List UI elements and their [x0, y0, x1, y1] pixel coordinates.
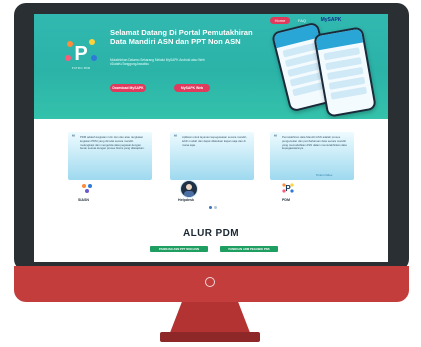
carousel-dot[interactable] [214, 206, 217, 209]
hero-description: Mutakhirkan Datamu Sekarang Melalui MySA… [110, 58, 205, 67]
testimonial-card: “ Pemutakhiran data Mandiri ASN adalah p… [270, 132, 354, 180]
download-mysapk-button[interactable]: Download MySAPK [110, 84, 146, 92]
mysapk-web-button[interactable]: MySAPK Web [174, 84, 210, 92]
hero-banner: Home FAQ MySAPK P PUTIKO PDM Selamat Dat… [34, 14, 388, 119]
power-icon [205, 277, 215, 287]
svg-text:P: P [74, 43, 87, 65]
testimonial-card: “ Aplikasi untuk layanan kepegawaian sec… [170, 132, 254, 180]
testimonial-name: SIASN [78, 198, 89, 202]
nav-logo[interactable]: MySAPK [318, 17, 344, 24]
testimonial-card: “ PDM adalah kegiatan rutin dan dan atau… [68, 132, 152, 180]
testimonial-text: Aplikasi untuk layanan kepegawaian secar… [182, 135, 247, 147]
watch-video-link[interactable]: Tonton Video [316, 173, 332, 177]
monitor-base [160, 332, 260, 342]
pdm-logo: P [280, 180, 296, 196]
page-title: Selamat Datang Di Portal Pemutakhiran Da… [110, 28, 253, 47]
testimonial-text: Pemutakhiran data Mandiri ASN adalah pro… [282, 135, 347, 151]
quote-icon: “ [174, 135, 177, 141]
svg-text:P: P [285, 184, 291, 193]
logo-icon: P [65, 39, 97, 65]
quote-icon: “ [274, 135, 277, 141]
nav-home[interactable]: Home [270, 17, 290, 24]
siasn-logo [79, 180, 95, 196]
tab-panduan-adm[interactable]: PANDUAN ADM PEGAWAI PNS [220, 246, 278, 252]
nav-faq[interactable]: FAQ [296, 17, 308, 24]
quote-icon: “ [72, 135, 75, 141]
alur-title: ALUR PDM [183, 228, 239, 239]
testimonial-name: PDM [282, 198, 290, 202]
helpdesk-avatar [180, 180, 198, 198]
testimonial-name: Helpdesk [178, 198, 194, 202]
tab-panduan-asn[interactable]: PANDUAN ASN PPT NON ASN [150, 246, 208, 252]
screen: Home FAQ MySAPK P PUTIKO PDM Selamat Dat… [34, 14, 388, 262]
carousel-dot-active[interactable] [209, 206, 212, 209]
logo-caption: PUTIKO PDM [71, 67, 91, 70]
monitor-neck [169, 302, 251, 334]
testimonial-text: PDM adalah kegiatan rutin dan dan atau r… [80, 135, 145, 151]
